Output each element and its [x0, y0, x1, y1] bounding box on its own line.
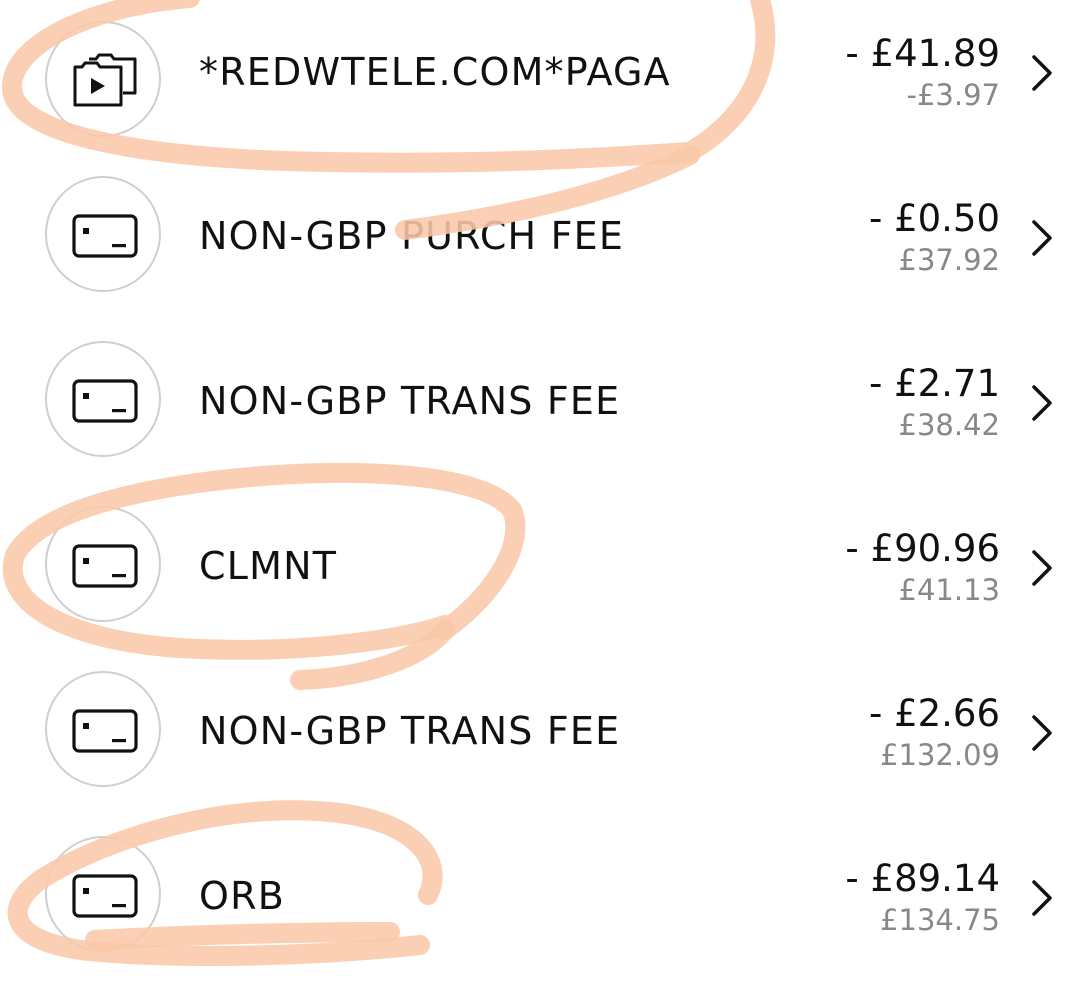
- merchant-name: CLMNT: [199, 544, 338, 588]
- transaction-row[interactable]: NON-GBP TRANS FEE - £2.66 £132.09: [0, 666, 1080, 831]
- transaction-amount: - £2.66: [868, 692, 1000, 735]
- transaction-list: *REDWTELE.COM*PAGA - £41.89 -£3.97 NON-G…: [0, 0, 1080, 981]
- transaction-amount: - £2.71: [868, 362, 1000, 405]
- chevron-right-icon[interactable]: [1028, 382, 1056, 424]
- chevron-right-icon[interactable]: [1028, 52, 1056, 94]
- card-icon: [45, 176, 161, 292]
- merchant-name: NON-GBP PURCH FEE: [199, 214, 625, 258]
- merchant-name: ORB: [199, 874, 285, 918]
- running-balance: -£3.97: [906, 78, 1001, 112]
- transaction-amount: - £41.89: [845, 32, 1000, 75]
- chevron-right-icon[interactable]: [1028, 712, 1056, 754]
- running-balance: £37.92: [898, 243, 1000, 277]
- running-balance: £134.75: [880, 903, 1000, 937]
- transaction-row[interactable]: NON-GBP TRANS FEE - £2.71 £38.42: [0, 336, 1080, 501]
- transaction-row[interactable]: ORB - £89.14 £134.75: [0, 831, 1080, 996]
- running-balance: £38.42: [898, 408, 1000, 442]
- merchant-name: NON-GBP TRANS FEE: [199, 709, 621, 753]
- running-balance: £132.09: [880, 738, 1000, 772]
- card-icon: [45, 671, 161, 787]
- merchant-name: *REDWTELE.COM*PAGA: [199, 50, 671, 94]
- entertainment-icon: [45, 21, 161, 137]
- card-icon: [45, 506, 161, 622]
- transaction-amount: - £90.96: [845, 527, 1000, 570]
- running-balance: £41.13: [898, 573, 1000, 607]
- chevron-right-icon[interactable]: [1028, 877, 1056, 919]
- card-icon: [45, 341, 161, 457]
- chevron-right-icon[interactable]: [1028, 217, 1056, 259]
- transaction-amount: - £89.14: [845, 857, 1000, 900]
- chevron-right-icon[interactable]: [1028, 547, 1056, 589]
- transaction-row[interactable]: *REDWTELE.COM*PAGA - £41.89 -£3.97: [0, 6, 1080, 171]
- merchant-name: NON-GBP TRANS FEE: [199, 379, 621, 423]
- card-icon: [45, 836, 161, 952]
- transaction-row[interactable]: NON-GBP PURCH FEE - £0.50 £37.92: [0, 171, 1080, 336]
- transaction-row[interactable]: CLMNT - £90.96 £41.13: [0, 501, 1080, 666]
- transaction-amount: - £0.50: [868, 197, 1000, 240]
